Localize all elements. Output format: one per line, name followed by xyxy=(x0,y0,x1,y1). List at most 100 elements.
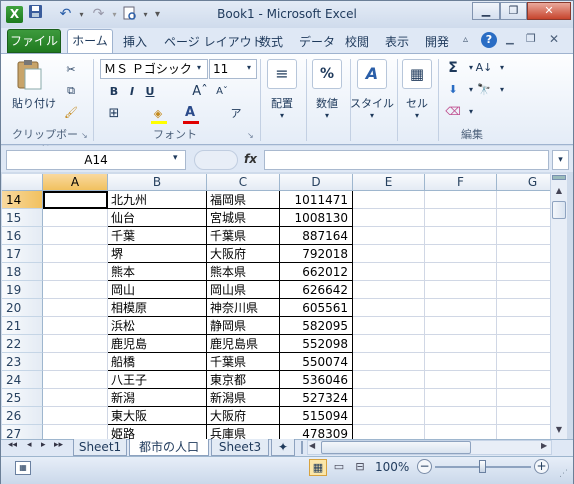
tab-view[interactable]: 表示 xyxy=(385,32,409,53)
workbook-minimize-icon[interactable]: ▁ xyxy=(506,34,514,45)
alignment-icon[interactable]: ≡ xyxy=(267,59,297,89)
first-sheet-icon[interactable]: ◂◂ xyxy=(8,440,17,450)
cell-pop[interactable]: 792018 xyxy=(280,245,353,263)
empty-cell[interactable] xyxy=(497,407,550,425)
tab-formulas[interactable]: 数式 xyxy=(259,32,283,53)
empty-cell[interactable] xyxy=(497,317,550,335)
tab-data[interactable]: データ xyxy=(299,32,335,53)
font-name-dropdown-icon[interactable]: ▾ xyxy=(197,63,201,72)
empty-cell[interactable] xyxy=(497,227,550,245)
font-color-icon[interactable]: A xyxy=(181,104,199,122)
row-header[interactable]: 26 xyxy=(2,407,43,425)
find-select-icon[interactable]: 🔭 xyxy=(475,81,493,99)
copy-icon[interactable]: ⧉ xyxy=(62,82,80,100)
grow-font-icon[interactable]: Aˆ xyxy=(191,83,209,101)
fill-icon[interactable]: ⬇ xyxy=(444,81,462,99)
name-box[interactable]: A14 xyxy=(6,150,186,170)
alignment-dropdown-icon[interactable]: ▾ xyxy=(265,111,299,120)
empty-cell[interactable] xyxy=(43,353,108,371)
empty-cell[interactable] xyxy=(353,317,425,335)
sort-filter-dropdown-icon[interactable]: ▾ xyxy=(493,59,511,77)
column-header-f[interactable]: F xyxy=(425,174,497,191)
restore-button[interactable]: ❐ xyxy=(500,2,527,20)
scroll-left-icon[interactable]: ◀ xyxy=(309,441,315,450)
empty-cell[interactable] xyxy=(497,389,550,407)
format-painter-icon[interactable]: 🖌 xyxy=(62,104,80,122)
cell-pref[interactable]: 千葉県 xyxy=(207,353,280,371)
cell-pop[interactable]: 527324 xyxy=(280,389,353,407)
empty-cell[interactable] xyxy=(497,281,550,299)
find-select-dropdown-icon[interactable]: ▾ xyxy=(493,81,511,99)
cell-city[interactable]: 岡山 xyxy=(108,281,207,299)
empty-cell[interactable] xyxy=(497,425,550,439)
empty-cell[interactable] xyxy=(353,227,425,245)
cell-pop[interactable]: 1011471 xyxy=(280,191,353,209)
cell-pref[interactable]: 宮城県 xyxy=(207,209,280,227)
empty-cell[interactable] xyxy=(43,227,108,245)
empty-cell[interactable] xyxy=(353,281,425,299)
normal-view-icon[interactable]: ▦ xyxy=(309,459,327,476)
empty-cell[interactable] xyxy=(425,209,497,227)
cell-pref[interactable]: 兵庫県 xyxy=(207,425,280,439)
empty-cell[interactable] xyxy=(353,263,425,281)
sort-filter-icon[interactable]: A↓ xyxy=(475,59,493,77)
empty-cell[interactable] xyxy=(43,209,108,227)
worksheet-grid[interactable]: A B C D E F G 14 北九州 福岡県 1011471 15 仙台 宮城県 1008… xyxy=(2,174,550,439)
zoom-slider-thumb[interactable] xyxy=(479,460,486,473)
cell-pop[interactable]: 662012 xyxy=(280,263,353,281)
empty-cell[interactable] xyxy=(497,335,550,353)
cell-pref[interactable]: 新潟県 xyxy=(207,389,280,407)
horizontal-scroll-thumb[interactable] xyxy=(321,441,471,454)
workbook-restore-icon[interactable]: ❐ xyxy=(526,32,536,45)
cell-pop[interactable]: 1008130 xyxy=(280,209,353,227)
zoom-in-icon[interactable]: + xyxy=(534,459,549,474)
empty-cell[interactable] xyxy=(43,281,108,299)
insert-function-icon[interactable]: fx xyxy=(244,152,257,166)
empty-cell[interactable] xyxy=(497,245,550,263)
number-button[interactable]: 数値 xyxy=(310,95,344,111)
cells-icon[interactable]: ▦ xyxy=(402,59,432,89)
scroll-right-icon[interactable]: ▶ xyxy=(541,441,547,450)
row-header[interactable]: 23 xyxy=(2,353,43,371)
empty-cell[interactable] xyxy=(353,245,425,263)
workbook-close-icon[interactable]: ✕ xyxy=(549,32,559,46)
tab-review[interactable]: 校閲 xyxy=(345,32,369,53)
sheet-tab-3[interactable]: Sheet3 xyxy=(211,439,269,456)
cell-pref[interactable]: 福岡県 xyxy=(207,191,280,209)
row-header[interactable]: 25 xyxy=(2,389,43,407)
scroll-up-icon[interactable]: ▲ xyxy=(552,184,566,198)
row-header[interactable]: 24 xyxy=(2,371,43,389)
vertical-scroll-thumb[interactable] xyxy=(552,201,566,219)
cell-city[interactable]: 熊本 xyxy=(108,263,207,281)
empty-cell[interactable] xyxy=(353,335,425,353)
cell-pop[interactable]: 626642 xyxy=(280,281,353,299)
cell-pref[interactable]: 千葉県 xyxy=(207,227,280,245)
empty-cell[interactable] xyxy=(425,425,497,439)
sheet-tab-1[interactable]: Sheet1 xyxy=(73,439,127,456)
empty-cell[interactable] xyxy=(497,209,550,227)
empty-cell[interactable] xyxy=(43,335,108,353)
empty-cell[interactable] xyxy=(425,317,497,335)
page-break-view-icon[interactable]: ⊟ xyxy=(351,459,369,476)
tab-insert[interactable]: 挿入 xyxy=(123,32,147,53)
row-header[interactable]: 20 xyxy=(2,299,43,317)
row-header[interactable]: 22 xyxy=(2,335,43,353)
insert-sheet-icon[interactable]: ✦ xyxy=(271,439,295,456)
empty-cell[interactable] xyxy=(497,263,550,281)
number-format-icon[interactable]: % xyxy=(312,59,342,89)
font-launcher-icon[interactable]: ↘ xyxy=(247,131,254,140)
resize-grip-icon[interactable]: ⋰ xyxy=(559,469,568,479)
empty-cell[interactable] xyxy=(353,353,425,371)
cell-pref[interactable]: 神奈川県 xyxy=(207,299,280,317)
cell-pop[interactable]: 478309 xyxy=(280,425,353,439)
clear-icon[interactable]: ⌫ xyxy=(444,103,462,121)
cell-city[interactable]: 船橋 xyxy=(108,353,207,371)
row-header[interactable]: 21 xyxy=(2,317,43,335)
cell-pref[interactable]: 大阪府 xyxy=(207,245,280,263)
cell-pop[interactable]: 887164 xyxy=(280,227,353,245)
cell-city[interactable]: 鹿児島 xyxy=(108,335,207,353)
font-size-dropdown-icon[interactable]: ▾ xyxy=(247,63,251,72)
empty-cell[interactable] xyxy=(353,299,425,317)
row-header[interactable]: 18 xyxy=(2,263,43,281)
empty-cell[interactable] xyxy=(497,371,550,389)
